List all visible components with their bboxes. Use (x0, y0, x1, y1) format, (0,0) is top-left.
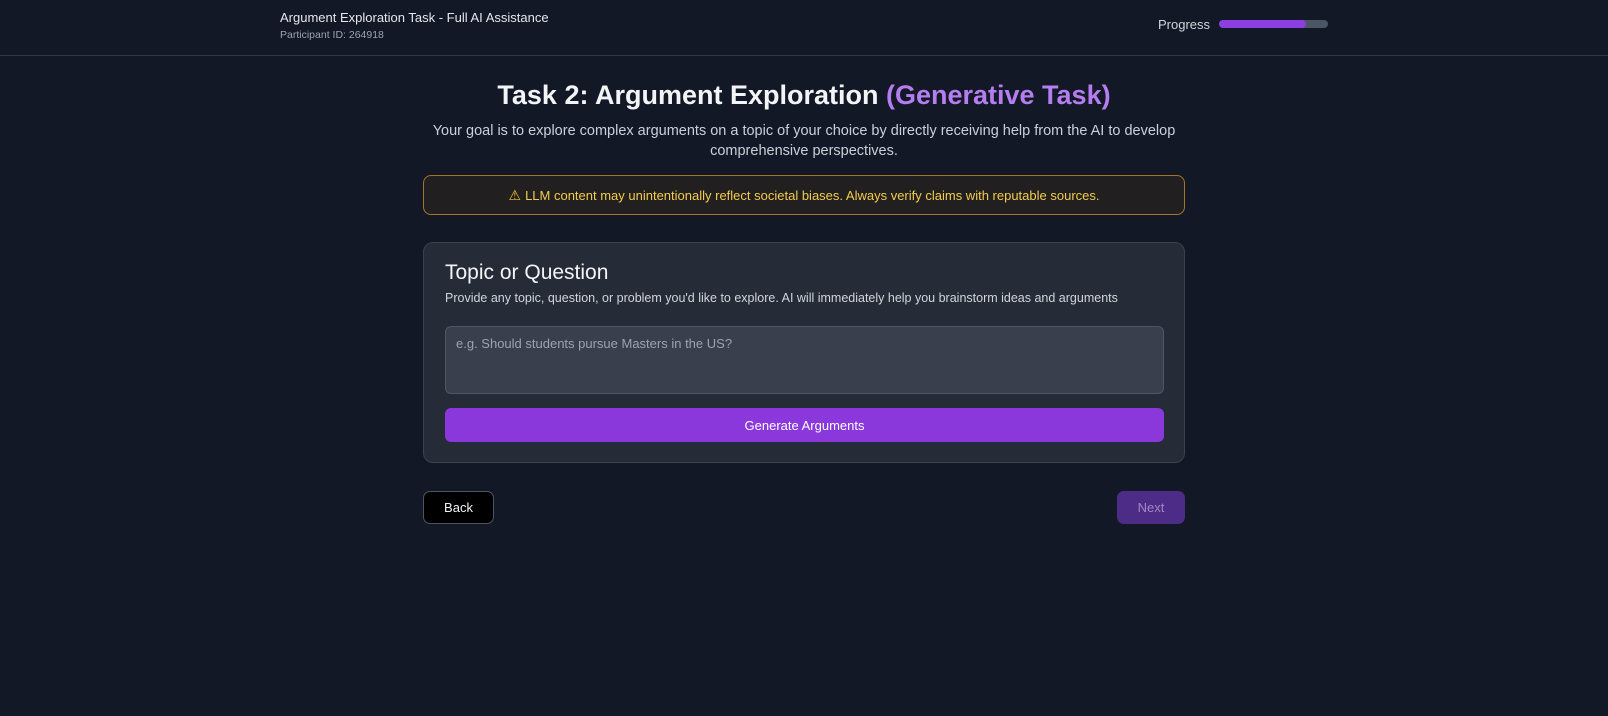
progress-label: Progress (1158, 17, 1211, 32)
warning-triangle-icon: ⚠ (508, 186, 522, 203)
bias-warning-text: LLM content may unintentionally reflect … (525, 187, 1100, 203)
page-title: Task 2: Argument Exploration (Generative… (0, 80, 1608, 111)
topic-card-title: Topic or Question (445, 261, 609, 284)
participant-id: Participant ID: 264918 (280, 29, 384, 41)
page-subtitle: Your goal is to explore complex argument… (432, 123, 1176, 159)
progress-bar-fill (1219, 20, 1307, 28)
generate-arguments-button[interactable]: Generate Arguments (445, 408, 1164, 442)
page-title-main: Task 2: Argument Exploration (497, 80, 879, 110)
top-bar: Argument Exploration Task - Full AI Assi… (0, 0, 1608, 56)
progress-bar (1219, 20, 1328, 28)
back-button[interactable]: Back (423, 491, 494, 524)
app-title: Argument Exploration Task - Full AI Assi… (280, 10, 549, 25)
topic-card: Topic or Question Provide any topic, que… (423, 242, 1185, 463)
topic-input[interactable] (445, 326, 1164, 394)
page-title-accent: (Generative Task) (885, 80, 1111, 110)
bias-warning-banner: ⚠ LLM content may unintentionally reflec… (423, 175, 1185, 215)
next-button[interactable]: Next (1117, 491, 1185, 524)
topic-card-description: Provide any topic, question, or problem … (445, 291, 1118, 305)
